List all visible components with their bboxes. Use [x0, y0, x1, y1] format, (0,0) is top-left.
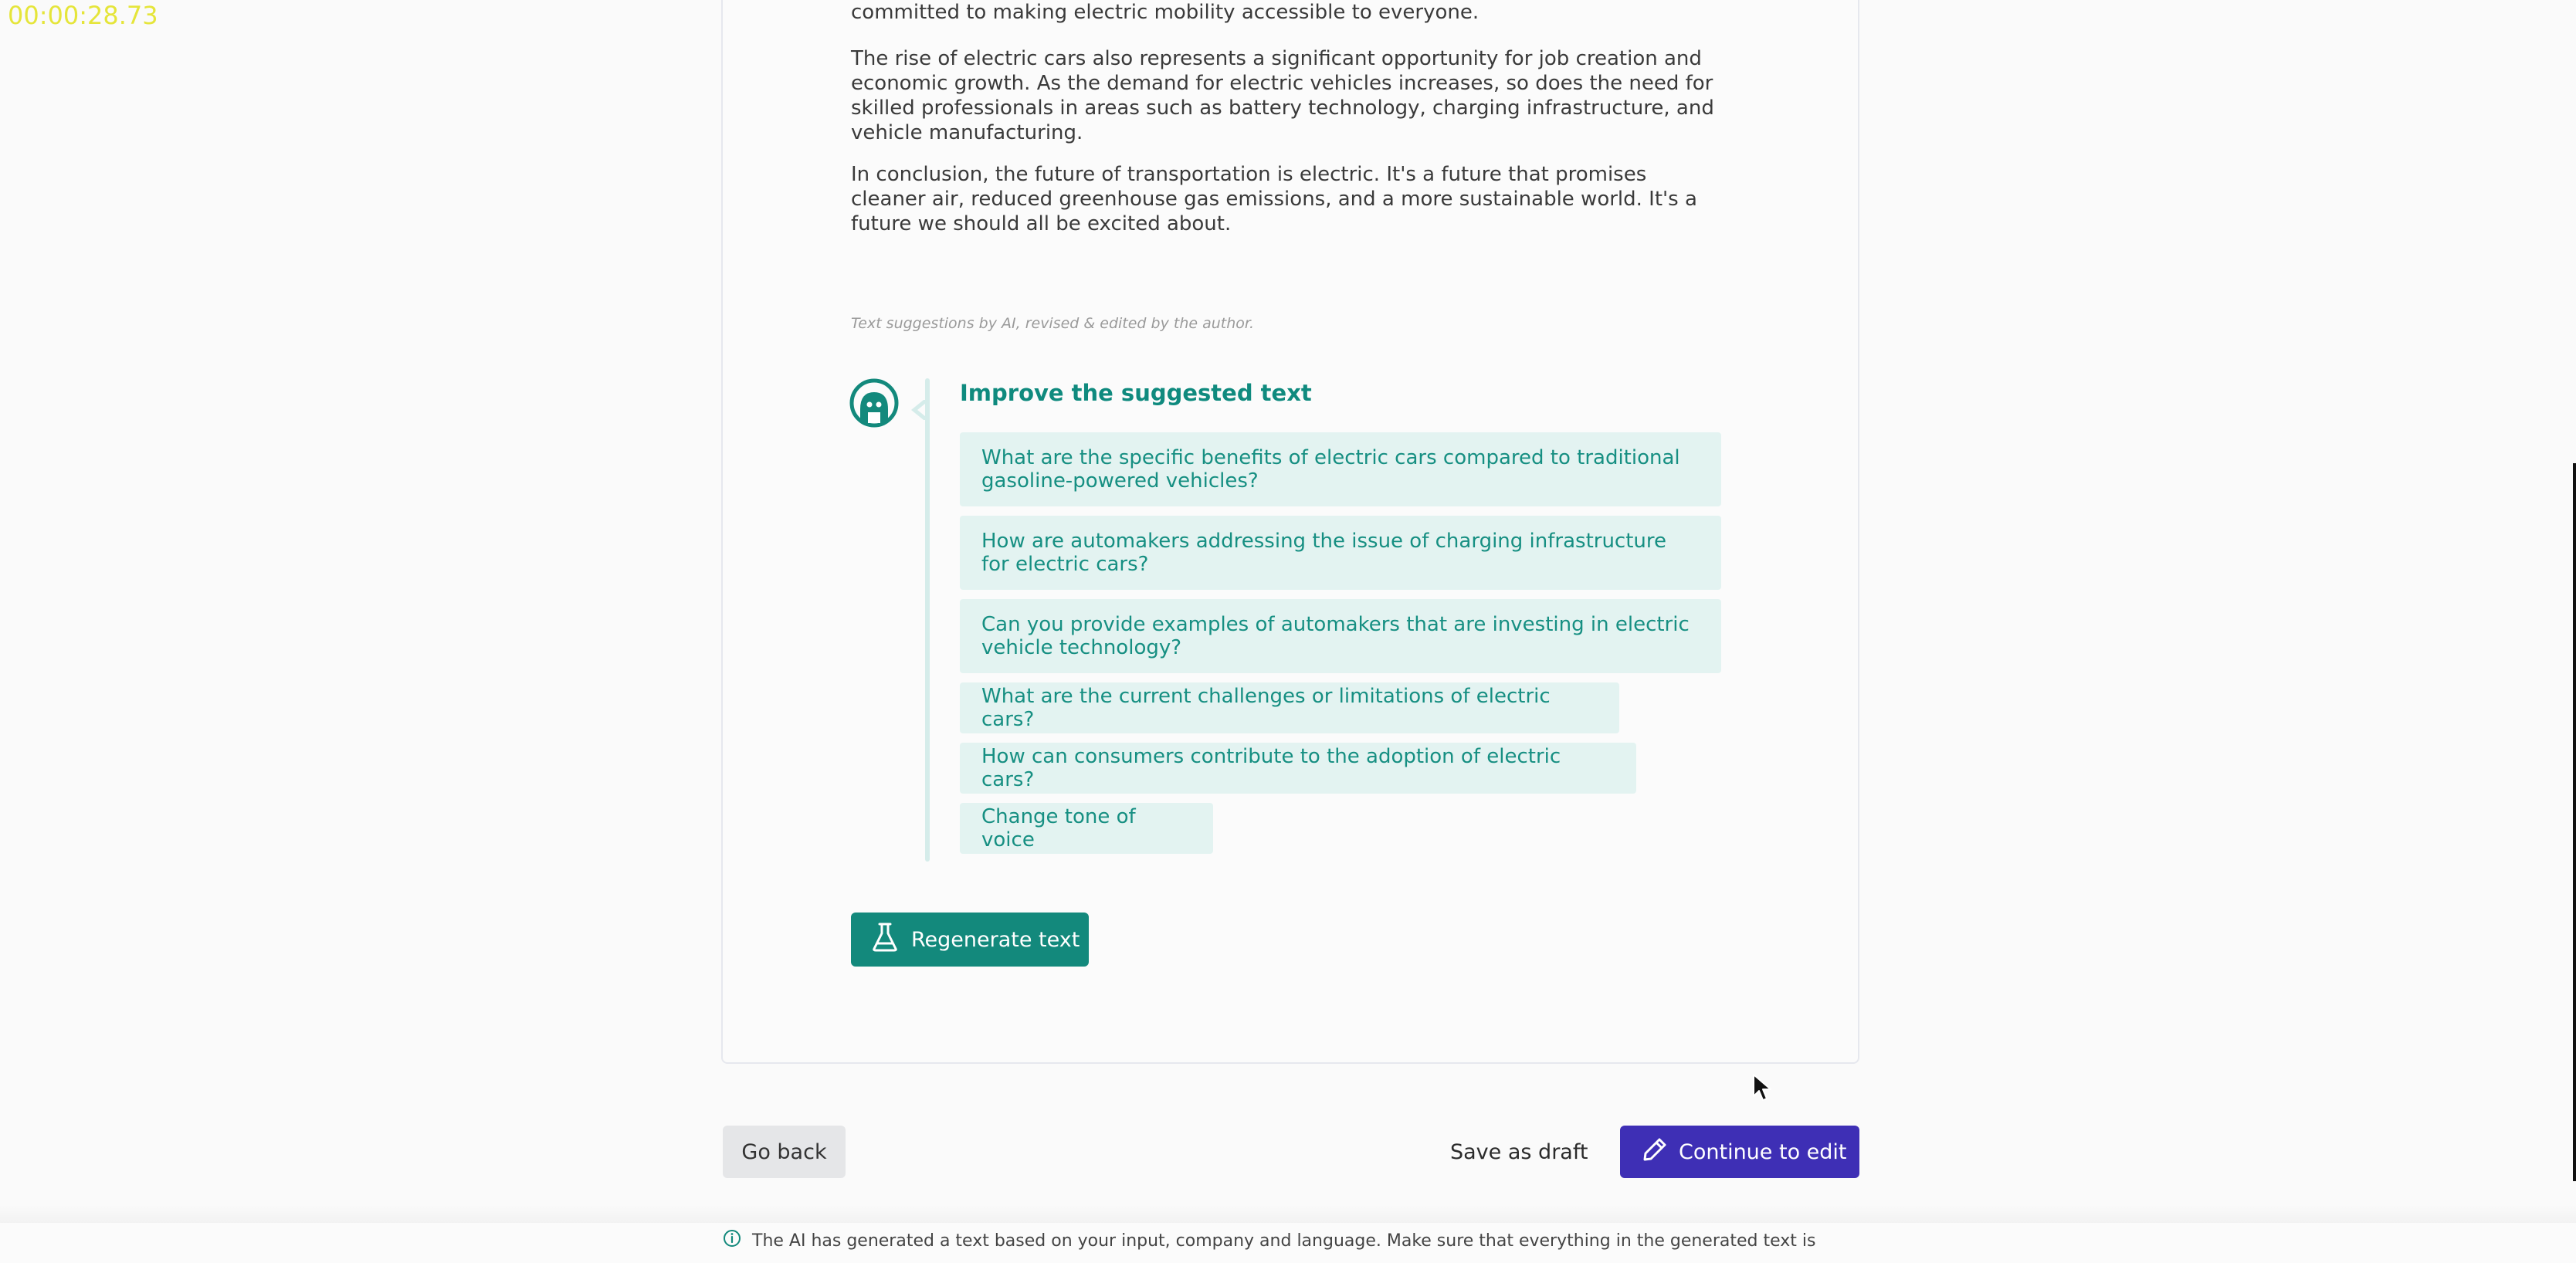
- footer-note: The AI has generated a text based on you…: [723, 1229, 1815, 1252]
- suggestion-chip[interactable]: Can you provide examples of automakers t…: [960, 599, 1721, 673]
- recording-timer: 00:00:28.73: [8, 1, 158, 30]
- scrollbar[interactable]: [2573, 463, 2576, 1181]
- improve-title: Improve the suggested text: [960, 380, 1312, 406]
- suggestion-chip[interactable]: What are the specific benefits of electr…: [960, 432, 1721, 506]
- flask-icon: [871, 922, 899, 958]
- suggestion-chip[interactable]: What are the current challenges or limit…: [960, 682, 1619, 733]
- go-back-button[interactable]: Go back: [723, 1126, 846, 1178]
- suggestion-label: Can you provide examples of automakers t…: [981, 613, 1690, 659]
- article-paragraph: The rise of electric cars also represent…: [851, 47, 1714, 144]
- mouse-cursor-icon: [1751, 1073, 1774, 1104]
- suggestion-label: How are automakers addressing the issue …: [981, 530, 1667, 576]
- robot-avatar-icon: [849, 378, 899, 428]
- ai-disclaimer: Text suggestions by AI, revised & edited…: [851, 315, 1254, 332]
- pencil-icon: [1642, 1136, 1668, 1168]
- regenerate-button[interactable]: Regenerate text: [851, 913, 1089, 967]
- regenerate-label: Regenerate text: [911, 927, 1080, 952]
- change-tone-chip[interactable]: Change tone of voice: [960, 803, 1213, 854]
- suggestion-label: What are the current challenges or limit…: [981, 685, 1551, 731]
- article-paragraph: In conclusion, the future of transportat…: [851, 163, 1697, 235]
- thread-line: [925, 378, 930, 862]
- suggestion-label: What are the specific benefits of electr…: [981, 446, 1680, 493]
- suggestion-chip[interactable]: How are automakers addressing the issue …: [960, 516, 1721, 590]
- suggestion-label: How can consumers contribute to the adop…: [981, 745, 1561, 791]
- continue-label: Continue to edit: [1679, 1139, 1847, 1164]
- article-paragraph: committed to making electric mobility ac…: [851, 1, 1480, 24]
- continue-to-edit-button[interactable]: Continue to edit: [1620, 1126, 1859, 1178]
- save-draft-button[interactable]: Save as draft: [1450, 1126, 1588, 1178]
- thread-notch: [911, 398, 931, 422]
- suggestion-chip[interactable]: How can consumers contribute to the adop…: [960, 743, 1636, 794]
- footer-note-text: The AI has generated a text based on you…: [752, 1231, 1816, 1251]
- suggestion-label: Change tone of voice: [981, 805, 1136, 852]
- info-icon: [723, 1229, 741, 1252]
